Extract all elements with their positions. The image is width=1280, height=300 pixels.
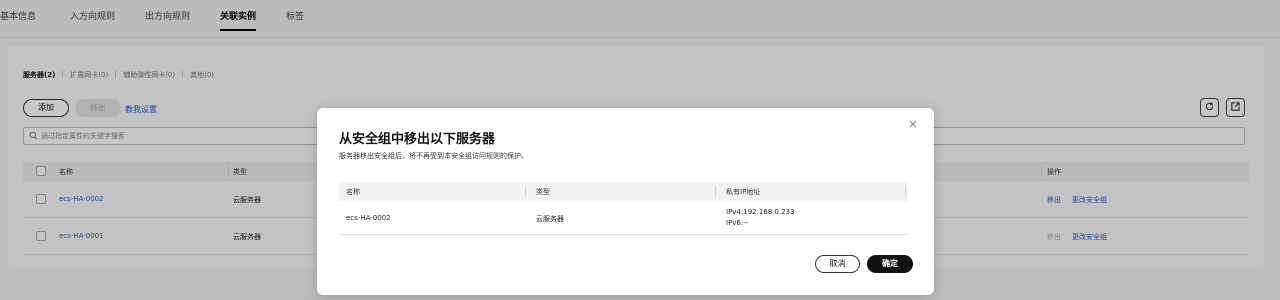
dialog-instance-ipv4: IPv4:192.168.0.233 (726, 208, 795, 216)
dialog-table: 名称 类型 私有IP地址 ecs-HA-0002 云服务器 IPv4:192.1… (339, 182, 908, 235)
dialog-instance-type: 云服务器 (536, 215, 564, 223)
confirm-button[interactable]: 确定 (867, 255, 913, 273)
close-icon[interactable]: × (908, 118, 918, 130)
dialog-instance-name: ecs-HA-0002 (346, 214, 391, 222)
remove-servers-dialog: × 从安全组中移出以下服务器 服务器移出安全组后，将不再受到本安全组访问规则的保… (317, 108, 934, 295)
dialog-table-header: 名称 类型 私有IP地址 (339, 182, 908, 201)
dialog-instance-ipv6: IPv6:-- (726, 219, 749, 227)
dialog-table-row: ecs-HA-0002 云服务器 IPv4:192.168.0.233 IPv6… (339, 201, 908, 235)
column-divider (715, 186, 716, 197)
column-divider (905, 186, 906, 197)
dialog-header-ip: 私有IP地址 (726, 188, 761, 196)
column-divider (525, 186, 526, 197)
cancel-button[interactable]: 取消 (815, 255, 860, 273)
dialog-title: 从安全组中移出以下服务器 (339, 132, 496, 147)
dialog-description: 服务器移出安全组后，将不再受到本安全组访问规则的保护。 (339, 152, 528, 160)
dialog-header-type: 类型 (536, 188, 550, 196)
dialog-header-name: 名称 (346, 188, 360, 196)
